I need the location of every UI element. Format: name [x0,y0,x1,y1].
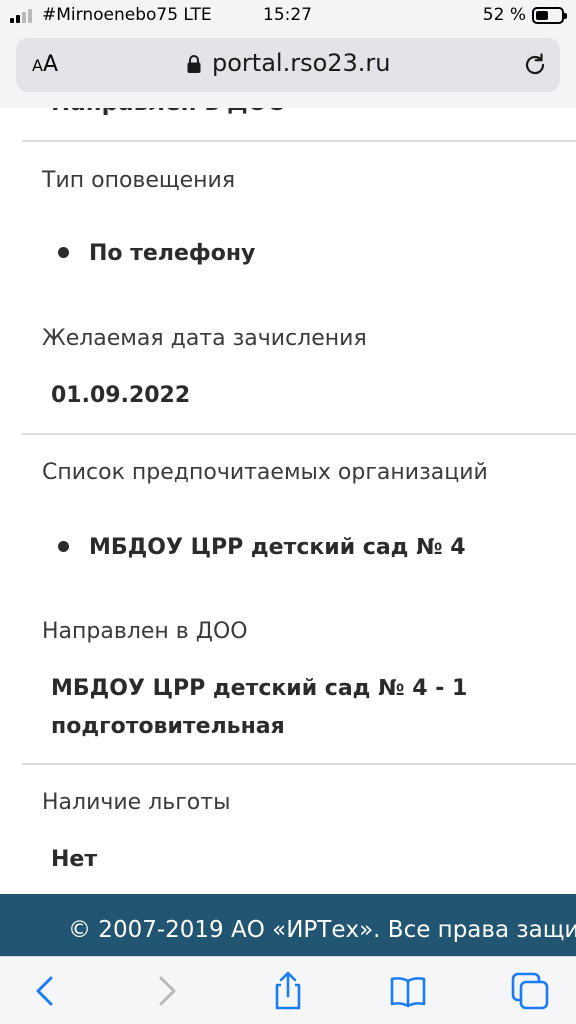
reload-icon[interactable] [522,52,548,78]
battery-icon [532,7,567,24]
page-content: Направлен в ДОО Тип оповещения По телефо… [0,108,576,894]
divider [22,433,576,435]
signal-icon [10,9,36,23]
directed-to-value-line2: подготовительная [51,714,285,739]
bookmarks-icon[interactable] [388,971,428,1011]
enrollment-date-value: 01.09.2022 [51,383,191,408]
tabs-icon[interactable] [510,971,550,1011]
url-text[interactable]: portal.rso23.ru [212,49,391,77]
carrier-label: #Mirnoenebo75 LTE [42,5,212,25]
share-icon[interactable] [268,971,308,1011]
directed-to-value-line1: МБДОУ ЦРР детский сад № 4 - 1 [51,676,468,701]
directed-to-value: МБДОУ ЦРР детский сад № 4 - 1 подготовит… [51,670,467,746]
bullet-icon [58,246,69,258]
lock-icon [187,55,201,73]
divider [22,763,576,765]
back-icon[interactable] [26,971,66,1011]
address-bar[interactable]: AA portal.rso23.ru [16,38,560,92]
forward-icon[interactable] [146,971,186,1011]
battery-percent: 52 % [482,5,526,25]
privilege-label: Наличие льготы [42,790,231,815]
clock: 15:27 [263,5,312,25]
preferred-orgs-label: Список предпочитаемых организаций [42,460,488,485]
screen: #Mirnoenebo75 LTE 15:27 52 % AA portal.r… [0,0,576,1024]
directed-to-label: Направлен в ДОО [42,619,248,644]
bullet-icon [58,540,69,552]
copyright-text: © 2007-2019 АО «ИРТех». Все права защище… [68,917,576,943]
browser-toolbar [0,956,576,1024]
divider [22,140,576,142]
notification-type-label: Тип оповещения [42,168,236,193]
site-footer: © 2007-2019 АО «ИРТех». Все права защище… [0,894,576,956]
enrollment-date-label: Желаемая дата зачисления [42,326,367,351]
privilege-value: Нет [51,847,98,872]
section-value-cut: Направлен в ДОО [51,108,287,116]
status-bar: #Mirnoenebo75 LTE 15:27 52 % [0,0,576,32]
preferred-org-item: МБДОУ ЦРР детский сад № 4 [58,535,466,560]
browser-header: AA portal.rso23.ru [0,32,576,108]
text-size-button[interactable]: AA [32,52,58,77]
notification-type-item: По телефону [58,241,255,266]
